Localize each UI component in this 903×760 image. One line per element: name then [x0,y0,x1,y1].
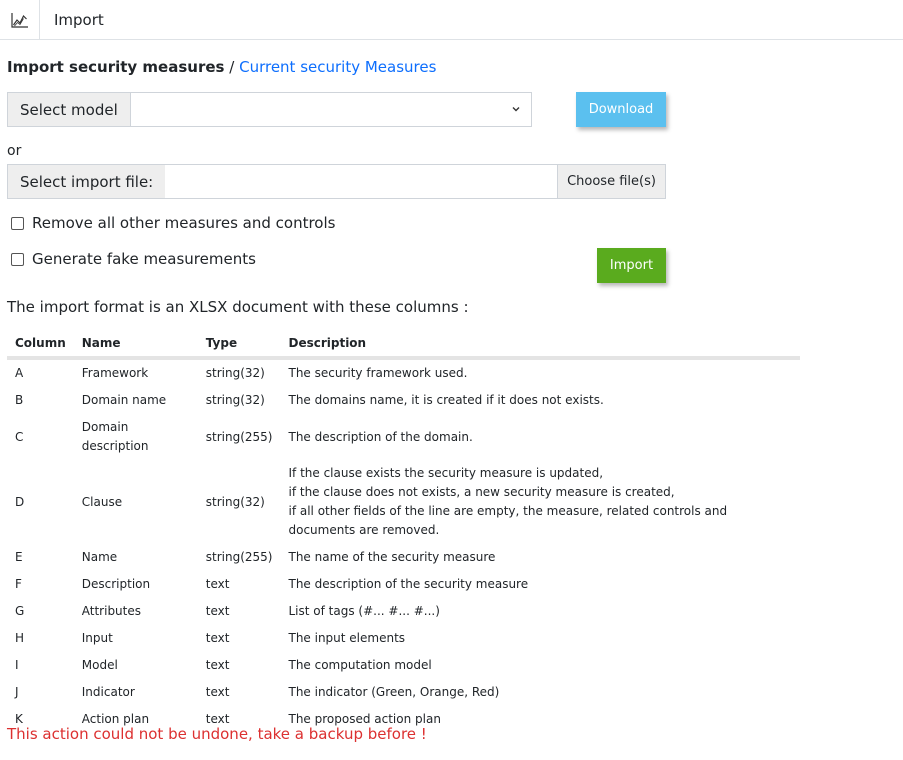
table-row: F Description text The description of the s… [7,571,800,598]
description-line: The indicator (Green, Orange, Red) [288,685,500,699]
cell-description: List of tags (#... #... #...) [280,598,800,625]
remove-measures-option: Remove all other measures and controls [11,214,335,232]
cell-name: Name [81,550,118,564]
app-logo[interactable] [0,0,40,40]
cell-type: text [205,685,230,699]
breadcrumb-separator: / [229,58,235,76]
cell-column: J [15,685,19,699]
chevron-down-icon [512,107,520,112]
cell-column: C [15,429,24,444]
table-row: E Name string(255) The name of the security… [7,544,800,571]
description-line: The input elements [288,631,406,645]
cell-description: The description of the security measure [280,571,800,598]
import-button[interactable]: Import [597,248,666,283]
table-row: I Model text The computation model [7,652,800,679]
description-line: The description of the security measure [288,577,529,591]
cell-column: I [15,658,19,672]
cell-column: A [15,366,24,380]
cell-description: The name of the security measure [280,544,800,571]
cell-name: Indicator [81,685,135,699]
description-line: The description of the domain. [288,429,473,444]
header-name: Name [73,332,198,360]
model-select-label: Select model [7,92,130,127]
description-line: if the clause does not exists, a new sec… [288,485,675,499]
page-title: Import [54,11,104,29]
description-line: if all other fields of the line are empt… [288,504,728,537]
cell-name: Model [81,658,118,672]
header-column: Column [7,332,74,360]
cell-name: Description [81,577,151,591]
file-input[interactable] [165,164,557,199]
cell-name: Input [81,631,113,645]
cell-column: B [15,393,24,407]
cell-description: The computation model [280,652,800,679]
header-type: Type [197,332,281,360]
warning-text: This action could not be undone, take a … [7,725,427,743]
cell-type: string(32) [205,393,265,407]
cell-column: F [15,577,22,591]
table-header-row: Column Name Type Description [7,332,800,360]
cell-type: text [205,577,230,591]
remove-measures-checkbox[interactable] [11,216,24,230]
description-line: If the clause exists the security measur… [288,466,604,480]
table-row: G Attributes text List of tags (#... #... #… [7,598,800,625]
file-select-group: Select import file: Choose file(s) [7,164,666,199]
top-bar: Import [0,0,903,40]
model-select[interactable] [129,92,532,127]
cell-type: string(255) [205,429,273,444]
table-row: D Clause string(32) If the clause exists th… [7,460,800,544]
choose-files-button[interactable]: Choose file(s) [557,164,666,199]
line-chart-icon [10,13,28,28]
remove-measures-label: Remove all other measures and controls [32,214,336,232]
fake-measurements-checkbox[interactable] [11,252,24,266]
description-line: The name of the security measure [288,550,496,564]
header-description: Description [280,332,800,360]
cell-column: E [15,550,23,564]
cell-name: Domain description [81,420,149,453]
cell-description: The security framework used. [280,358,800,387]
cell-column: D [15,494,25,509]
description-line: List of tags (#... #... #...) [288,604,440,618]
columns-table: Column Name Type Description A Framework s… [7,332,800,733]
cell-description: The indicator (Green, Orange, Red) [280,679,800,706]
cell-type: text [205,658,230,672]
cell-description: The domains name, it is created if it do… [280,387,800,414]
cell-type: text [205,604,230,618]
cell-description: The description of the domain. [280,414,800,460]
cell-name: Attributes [81,604,142,618]
cell-type: string(32) [205,366,265,380]
fake-measurements-label: Generate fake measurements [32,250,256,268]
or-text: or [7,143,22,159]
cell-name: Clause [81,494,123,509]
breadcrumb: Import security measures / Current secur… [7,58,436,76]
fake-measurements-option: Generate fake measurements [11,250,256,268]
cell-description: The input elements [280,625,800,652]
description-line: The computation model [288,658,432,672]
breadcrumb-current: Import security measures [7,58,225,76]
cell-column: H [15,631,25,645]
cell-name: Framework [81,366,149,380]
cell-type: text [205,631,230,645]
cell-name: Domain name [81,393,167,407]
table-row: B Domain name string(32) The domains name, … [7,387,800,414]
download-button[interactable]: Download [576,92,666,127]
table-row: J Indicator text The indicator (Green, Oran… [7,679,800,706]
cell-type: string(32) [205,494,265,509]
format-description: The import format is an XLSX document wi… [7,298,469,316]
table-row: H Input text The input elements [7,625,800,652]
file-select-label: Select import file: [7,164,166,199]
model-select-group: Select model [7,92,532,127]
description-line: The security framework used. [288,366,468,380]
cell-column: G [15,604,25,618]
table-row: A Framework string(32) The security framewo… [7,358,800,387]
cell-description: If the clause exists the security measur… [280,460,800,544]
table-row: C Domain description string(255) The descri… [7,414,800,460]
description-line: The domains name, it is created if it do… [288,393,604,407]
breadcrumb-link-current-measures[interactable]: Current security Measures [239,58,436,76]
cell-type: string(255) [205,550,273,564]
